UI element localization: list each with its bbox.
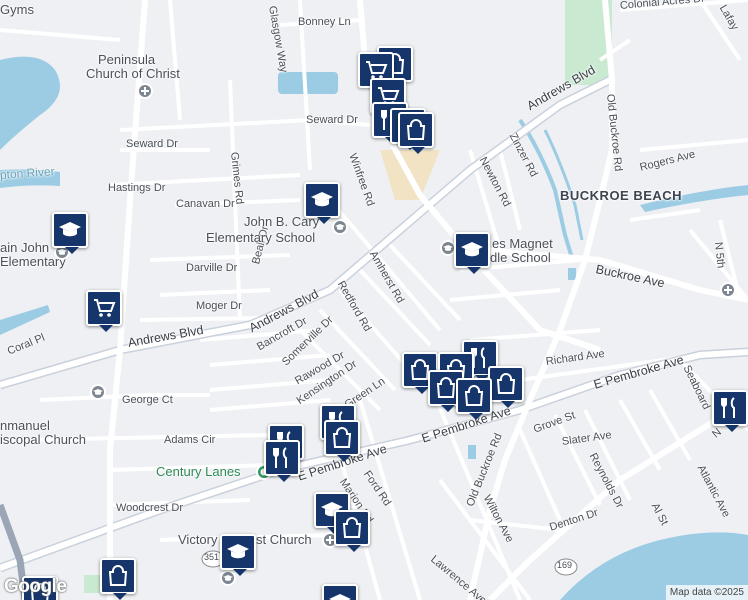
shopping-bag-icon[interactable]: [456, 378, 492, 420]
shopping-bag-icon[interactable]: [398, 112, 434, 154]
place-label: dle School: [490, 250, 551, 265]
street-label: Darville Dr: [186, 262, 238, 274]
place-label: Elementary School: [206, 230, 316, 245]
map-attribution[interactable]: Map data ©2025: [665, 585, 748, 600]
route-169-label: 169: [557, 560, 573, 570]
place-label: ain John: [0, 240, 50, 255]
school-icon[interactable]: [454, 232, 490, 274]
neighborhood-label: BUCKROE BEACH: [560, 188, 683, 203]
school-icon[interactable]: [322, 584, 358, 600]
street-label: Hastings Dr: [108, 182, 166, 194]
place-label: Church of Christ: [86, 66, 180, 81]
street-label: Bonney Ln: [298, 16, 351, 28]
place-label: st Church: [256, 532, 312, 547]
place-label: es Magnet: [492, 236, 553, 251]
place-label: Victory: [178, 532, 218, 547]
restaurant-icon[interactable]: [712, 390, 748, 432]
school-icon[interactable]: [332, 219, 348, 235]
shopping-bag-icon[interactable]: [100, 558, 136, 600]
school-icon[interactable]: [304, 182, 340, 224]
place-label: Peninsula: [98, 52, 156, 67]
google-logo: Google: [4, 576, 67, 597]
map-view[interactable]: 351 169 Bonney Ln Glasgow Way Colonial A…: [0, 0, 748, 600]
shopping-bag-icon[interactable]: [334, 510, 370, 552]
school-icon[interactable]: [90, 384, 106, 400]
street-label: Moger Dr: [196, 300, 242, 312]
shopping-bag-icon[interactable]: [488, 366, 524, 408]
church-icon[interactable]: [137, 83, 153, 99]
street-label: Woodcrest Dr: [116, 502, 184, 514]
street-label: Seward Dr: [126, 138, 178, 150]
route-351-label: 351: [204, 552, 220, 562]
school-icon[interactable]: [220, 534, 256, 576]
street-label: George Ct: [122, 394, 173, 406]
place-label: nmanuel: [0, 418, 50, 433]
school-icon[interactable]: [52, 212, 88, 254]
church-icon[interactable]: [720, 282, 736, 298]
bowling-label: Century Lanes: [156, 464, 241, 479]
street-label: Canavan Dr: [176, 198, 235, 210]
place-label: Gyms: [0, 2, 34, 17]
place-label: iscopal Church: [0, 432, 86, 447]
street-label: N 5th: [712, 241, 727, 269]
shopping-cart-icon[interactable]: [86, 290, 122, 332]
restaurant-icon[interactable]: [264, 440, 300, 482]
street-label: Seward Dr: [306, 114, 358, 126]
shopping-bag-icon[interactable]: [324, 420, 360, 462]
street-label: Adams Cir: [164, 434, 216, 446]
